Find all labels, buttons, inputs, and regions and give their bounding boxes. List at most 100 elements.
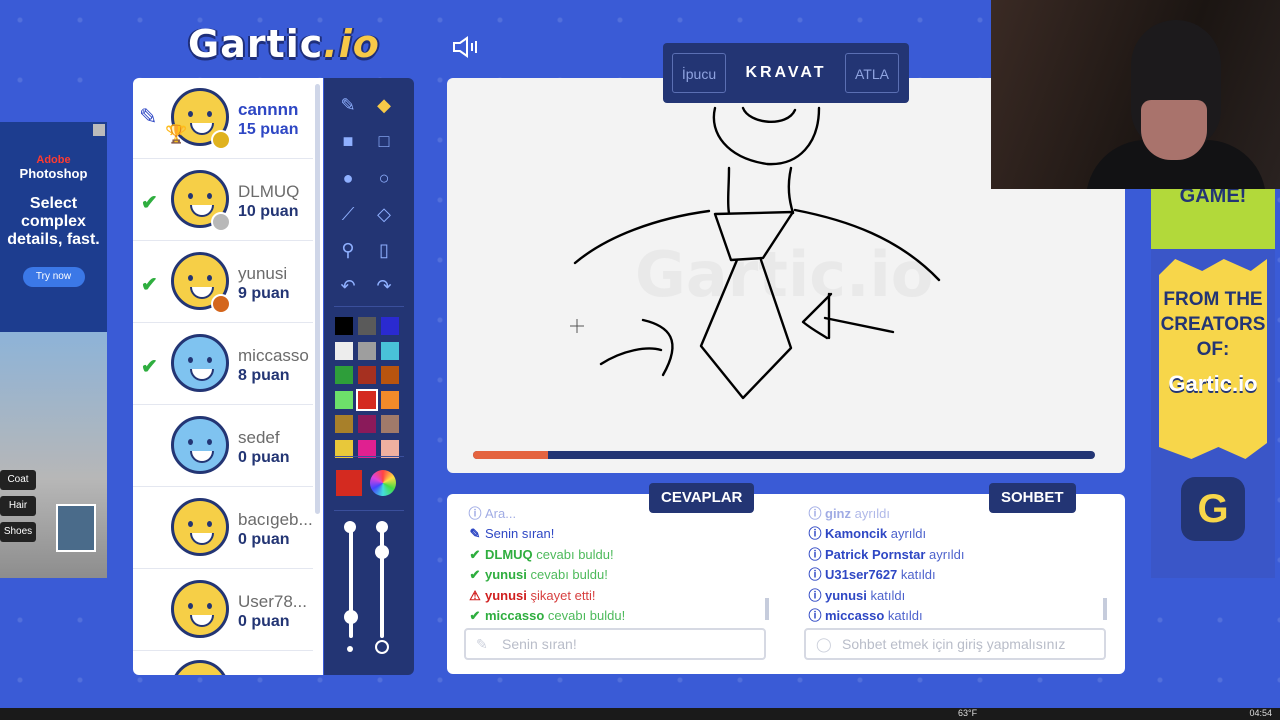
color-swatch[interactable] — [358, 366, 376, 384]
sound-toggle-icon[interactable] — [452, 36, 480, 58]
color-swatch[interactable] — [381, 390, 399, 409]
hint-button[interactable]: İpucu — [672, 53, 726, 93]
redo-tool-icon[interactable]: ↷ — [369, 271, 399, 301]
player-row[interactable] — [133, 652, 313, 675]
ad-thumbnail[interactable] — [56, 504, 96, 552]
color-swatch[interactable] — [358, 439, 376, 458]
check-icon: ✔ — [469, 546, 481, 562]
ad-try-now-button[interactable]: Try now — [22, 267, 85, 287]
player-score: 0 puan — [238, 613, 290, 630]
info-icon: ⓘ — [808, 607, 822, 623]
message-username[interactable]: yunusi — [825, 588, 867, 603]
player-row[interactable]: User78... 0 puan — [133, 570, 313, 651]
ad-chip-hair[interactable]: Hair — [0, 496, 36, 516]
ad-chips: Coat Hair Shoes — [0, 470, 36, 548]
os-taskbar: 63°F 04:54 — [0, 708, 1280, 720]
level-badge — [211, 130, 231, 150]
message-username[interactable]: Patrick Pornstar — [825, 547, 925, 562]
skip-button[interactable]: ATLA — [845, 53, 899, 93]
clear-page-tool-icon[interactable]: ▯ — [369, 235, 399, 265]
color-swatch[interactable] — [335, 390, 353, 409]
level-badge — [211, 294, 231, 314]
avatar — [171, 580, 229, 638]
message-username[interactable]: yunusi — [485, 588, 527, 603]
left-advertisement[interactable]: Adobe Photoshop Select complex details, f… — [0, 122, 107, 578]
info-icon: ⓘ — [808, 587, 822, 603]
color-swatch[interactable] — [335, 415, 353, 433]
fill-bucket-tool-icon[interactable]: ◇ — [369, 199, 399, 229]
ad-chip-shoes[interactable]: Shoes — [0, 522, 36, 542]
color-swatch[interactable] — [381, 366, 399, 384]
chat-scrollbar[interactable] — [1103, 598, 1107, 620]
color-swatch[interactable] — [381, 415, 399, 433]
round-timer-fill — [473, 451, 548, 459]
check-icon: ✔ — [469, 567, 481, 583]
current-color-swatch[interactable] — [336, 470, 362, 496]
avatar — [171, 334, 229, 392]
filled-ellipse-tool-icon[interactable]: ● — [333, 163, 363, 193]
message-text: cevabı buldu! — [526, 567, 608, 583]
right-advertisement[interactable]: GAME! FROM THE CREATORS OF: Gartic.io G — [1151, 189, 1275, 578]
player-name: User78... — [238, 592, 307, 611]
filled-rect-tool-icon[interactable]: ■ — [333, 126, 363, 156]
pencil-icon: ✎ — [476, 636, 488, 652]
weather-temp: 63°F — [958, 708, 978, 718]
answer-input[interactable]: ✎ Senin sıran! — [464, 628, 766, 660]
player-row[interactable]: sedef 0 puan — [133, 406, 313, 487]
gartic-logo[interactable]: Gartic.io — [188, 22, 380, 66]
color-swatch[interactable] — [358, 317, 376, 335]
color-swatch[interactable] — [381, 317, 399, 335]
color-swatch[interactable] — [358, 415, 376, 433]
ad-chip-coat[interactable]: Coat — [0, 470, 36, 490]
eraser-tool-icon[interactable]: ◆ — [369, 90, 399, 120]
player-row[interactable]: ✔ DLMUQ 10 puan — [133, 160, 313, 241]
message-username[interactable]: Kamoncik — [825, 526, 887, 541]
message-username[interactable]: miccasso — [485, 608, 544, 623]
answers-scrollbar[interactable] — [765, 598, 769, 620]
player-name: cannnn — [238, 100, 299, 119]
message-username[interactable]: ginz — [825, 506, 851, 521]
color-swatch[interactable] — [356, 388, 378, 411]
color-swatch[interactable] — [381, 341, 399, 360]
chat-input[interactable]: ◯ Sohbet etmek için giriş yapmalısınız — [804, 628, 1106, 660]
eyedropper-tool-icon[interactable]: ⚲ — [333, 235, 363, 265]
info-icon: ⓘ — [808, 546, 822, 562]
message-username[interactable]: DLMUQ — [485, 547, 533, 562]
color-swatch[interactable] — [381, 439, 399, 458]
line-tool-icon[interactable]: ⟋ — [333, 199, 363, 229]
opacity-knob[interactable] — [375, 545, 389, 559]
answers-panel: CEVAPLAR ⓘ Ara... ✎ Senin sıran! ✔ DLMUQ ceva… — [447, 483, 787, 674]
rect-tool-icon[interactable]: □ — [369, 126, 399, 156]
player-row[interactable]: bacıgeb... 0 puan — [133, 488, 313, 569]
warning-icon: ⚠ — [469, 587, 481, 603]
avatar — [171, 498, 229, 556]
players-scrollbar[interactable] — [315, 84, 320, 514]
tool-divider — [334, 510, 404, 511]
color-swatch[interactable] — [335, 317, 353, 335]
ellipse-tool-icon[interactable]: ○ — [369, 163, 399, 193]
player-row[interactable]: ✔ miccasso 8 puan — [133, 324, 313, 405]
message-username[interactable]: U31ser7627 — [825, 567, 897, 582]
message-row: ⓘ ginz ayrıldı — [807, 504, 1107, 524]
color-swatch[interactable] — [358, 341, 376, 360]
message-row: ✔ DLMUQ cevabı buldu! — [467, 545, 767, 565]
message-username[interactable]: miccasso — [825, 608, 884, 623]
player-row[interactable]: ✎ 🏆 cannnn 15 puan — [133, 78, 313, 159]
ad-app-icon[interactable]: G — [1181, 477, 1245, 541]
message-row: ⚠ yunusi şikayet etti! — [467, 586, 767, 606]
ad-gartic-logo: Gartic.io — [1168, 371, 1258, 396]
player-row[interactable]: ✔ yunusi 9 puan — [133, 242, 313, 323]
message-text: Ara... — [485, 506, 517, 521]
brush-size-knob[interactable] — [344, 610, 358, 624]
color-wheel-icon[interactable] — [370, 470, 396, 496]
color-swatch[interactable] — [335, 366, 353, 384]
player-name: yunusi — [238, 264, 288, 283]
color-swatch[interactable] — [335, 439, 353, 458]
message-username[interactable]: yunusi — [485, 567, 527, 582]
pencil-tool-icon[interactable]: ✎ — [333, 90, 363, 120]
webcam-overlay — [991, 0, 1280, 189]
color-swatch[interactable] — [335, 341, 353, 360]
ad-close-icon[interactable] — [93, 124, 105, 136]
message-row: ✔ miccasso cevabı buldu! — [467, 606, 767, 626]
undo-tool-icon[interactable]: ↶ — [333, 271, 363, 301]
